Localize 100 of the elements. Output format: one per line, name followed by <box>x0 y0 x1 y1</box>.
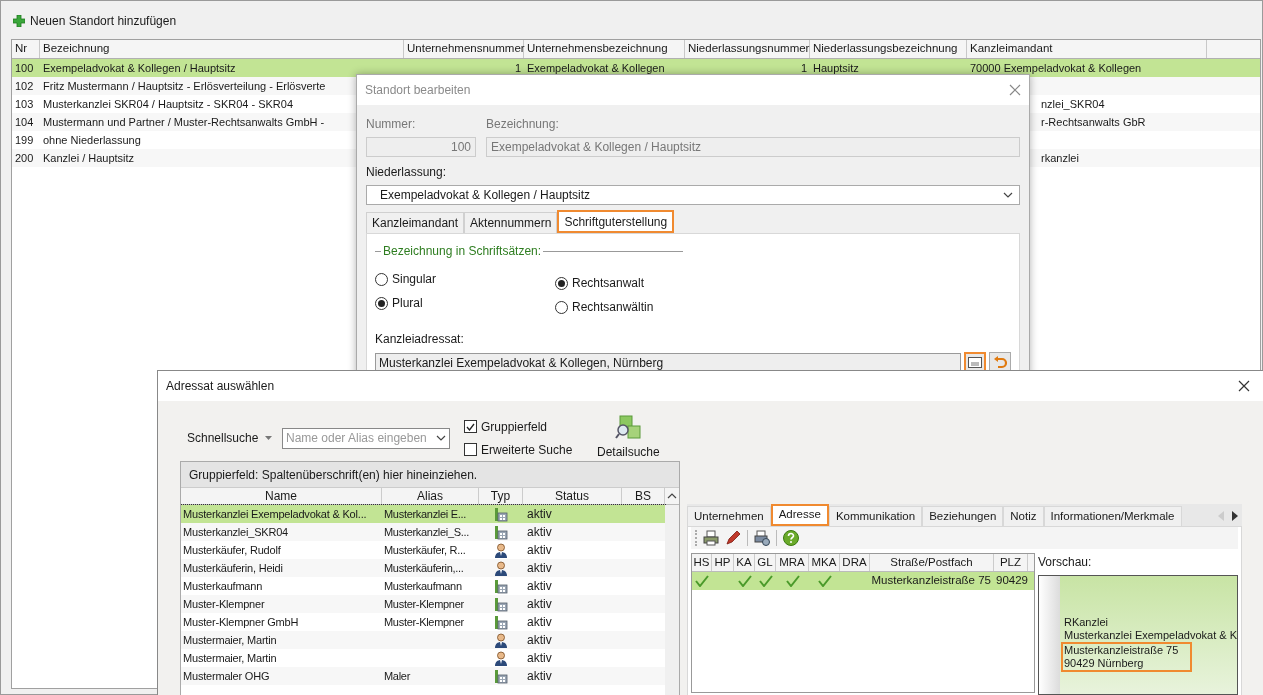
field-label: Kanzleiadressat: <box>375 331 465 348</box>
table-cell: aktiv <box>527 633 552 647</box>
table-cell: Musterkäuferin, Heidi <box>183 561 283 574</box>
field-label: Niederlassung: <box>366 164 448 181</box>
tab[interactable]: Kommunikation <box>828 506 923 526</box>
table-cell-text: 70000 Exempeladvokat & Kollegen <box>970 60 1142 76</box>
checkbox-label[interactable]: Erweiterte Suche <box>481 440 573 459</box>
tab[interactable]: Informationen/Merkmale <box>1043 506 1182 526</box>
field-label: Schnellsuche <box>187 430 260 447</box>
preview-line: Musterkanzlei Exempeladvokat & K <box>1063 629 1237 642</box>
table-row[interactable]: Mustermaler OHG Maler aktiv <box>181 667 665 685</box>
dialog-title: Adressat auswählen <box>166 378 275 395</box>
tab[interactable]: Kanzleimandant <box>366 212 465 233</box>
column-header[interactable]: MRA <box>776 554 809 571</box>
radio-label[interactable]: Singular <box>392 270 437 288</box>
table-cell-text: Exempeladvokat & Kollegen / Hauptsitz <box>43 60 236 76</box>
group-title: Bezeichnung in Schriftsätzen: <box>383 243 542 260</box>
table-cell: aktiv <box>527 561 552 575</box>
column-header[interactable]: Kanzleimandant <box>967 40 1207 58</box>
table-cell-text: 1 <box>514 60 521 76</box>
table-cell-text: 102 <box>15 78 34 94</box>
table-cell: Musterkäuferin,... <box>384 561 464 574</box>
table-row[interactable]: Mustermaier, Martin aktiv <box>181 631 665 649</box>
table-cell-text: 103 <box>15 96 34 112</box>
preview-line: Musterkanzleistraße 75 <box>1063 644 1179 657</box>
preview-line: RKanzlei <box>1063 616 1109 629</box>
tab[interactable]: Unternehmen <box>687 506 771 526</box>
table-cell-text: 104 <box>15 114 34 130</box>
checkbox-label[interactable]: Gruppierfeld <box>481 417 548 436</box>
tab[interactable]: Adresse <box>770 504 829 526</box>
field-label: Vorschau: <box>1038 554 1093 571</box>
table-cell: Musterkaufmann <box>384 579 462 592</box>
table-cell: Muster-Klempner <box>384 615 464 628</box>
tab[interactable]: Schriftguterstellung <box>557 210 675 233</box>
table-row[interactable]: Musterkanzlei_SKR04 Musterkanzlei_S... aktiv <box>181 523 665 541</box>
column-header[interactable]: GL <box>755 554 776 571</box>
table-cell: aktiv <box>527 525 552 539</box>
tab[interactable]: Beziehungen <box>922 506 1004 526</box>
table-cell: aktiv <box>527 615 552 629</box>
table-cell: Maler <box>384 669 410 682</box>
table-cell-text: Hauptsitz <box>813 60 859 76</box>
table-cell: Musterkaufmann <box>183 579 263 592</box>
field-label: Bezeichnung: <box>486 116 560 133</box>
column-header[interactable]: Unternehmensnummer <box>404 40 524 58</box>
add-location-button[interactable]: Neuen Standort hinzufügen <box>11 11 179 31</box>
table-cell: Musterkäufer, R... <box>384 543 466 556</box>
table-cell: aktiv <box>527 543 552 557</box>
table-cell: Muster-Klempner GmbH <box>183 615 299 628</box>
table-cell-text: 1 <box>800 60 807 76</box>
table-row[interactable]: Muster-Klempner Muster-Klempner aktiv <box>181 595 665 613</box>
table-cell: Muster-Klempner <box>183 597 265 610</box>
column-header[interactable]: Niederlassungsnummer <box>685 40 810 58</box>
detail-search-button[interactable]: Detailsuche <box>597 415 660 461</box>
table-cell: aktiv <box>527 579 552 593</box>
column-header[interactable]: Niederlassungsbezeichnung <box>810 40 967 58</box>
table-cell: aktiv <box>527 651 552 665</box>
column-header[interactable]: HS <box>692 554 712 571</box>
table-cell-text: 200 <box>15 150 34 166</box>
branch-dropdown[interactable]: Exempeladvokat & Kollegen / Hauptsitz <box>366 185 1020 205</box>
table-cell: Mustermaier, Martin <box>183 651 277 664</box>
number-field[interactable]: 100 <box>366 137 476 157</box>
radio-label[interactable]: Plural <box>392 294 423 312</box>
field-label: Nummer: <box>366 116 417 133</box>
column-header[interactable]: DRA <box>840 554 870 571</box>
table-cell: Mustermaier, Martin <box>183 633 277 646</box>
column-header[interactable]: KA <box>734 554 755 571</box>
radio-label[interactable]: Rechtsanwältin <box>572 298 654 316</box>
radio-label[interactable]: Rechtsanwalt <box>572 274 645 292</box>
table-cell: Muster-Klempner <box>384 597 464 610</box>
search-field[interactable]: Name oder Alias eingeben <box>282 427 450 449</box>
table-cell: aktiv <box>527 507 552 521</box>
address-field[interactable]: Musterkanzlei Exempeladvokat & Kollegen, Nürnberg <box>375 352 961 373</box>
column-header[interactable]: Nr <box>12 40 40 58</box>
group-panel: Gruppierfeld: Spaltenüberschrift(en) hier hineinziehen. <box>181 462 679 488</box>
table-cell-text: Mustermann und Partner / Muster-Rechtsanwalts GmbH - <box>43 114 325 130</box>
table-cell-text: r-Rechtsanwalts GbR <box>1041 114 1146 130</box>
table-cell-text: Kanzlei / Hauptsitz <box>43 150 135 166</box>
column-header[interactable]: Straße/Postfach <box>870 554 994 571</box>
table-row[interactable]: Musterkäuferin, Heidi Musterkäuferin,... aktiv <box>181 559 665 577</box>
table-cell: Musterkäufer, Rudolf <box>183 543 281 556</box>
selected-table-row[interactable]: 100 Exempeladvokat & Kollegen / Hauptsitz 1 Exempeladvokat & Kollegen 1 Hauptsitz 70000 Exempeladvokat & Kollegen <box>12 59 1260 77</box>
table-cell: Musterkanzlei_SKR04 <box>183 525 289 538</box>
table-cell-text: ohne Niederlassung <box>43 132 141 148</box>
selected-table-row[interactable]: Musterkanzlei Exempeladvokat & Kol... Musterkanzlei E... aktiv <box>181 505 665 523</box>
column-header[interactable]: MKA <box>809 554 840 571</box>
table-cell-text: Exempeladvokat & Kollegen <box>527 60 665 76</box>
table-cell-text: 100 <box>15 60 34 76</box>
table-cell: Musterkanzlei Exempeladvokat & Kol... <box>183 507 367 520</box>
column-header[interactable]: PLZ <box>994 554 1028 571</box>
table-cell: Mustermaler OHG <box>183 669 270 682</box>
name-field[interactable]: Exempeladvokat & Kollegen / Hauptsitz <box>486 137 1020 157</box>
column-header[interactable]: HP <box>712 554 734 571</box>
selected-table-row[interactable]: Musterkanzleistraße 75 90429 <box>692 572 1034 590</box>
table-cell-text: Fritz Mustermann / Hauptsitz - Erlösverteilung - Erlösverte <box>43 78 326 94</box>
column-header[interactable]: Unternehmensbezeichnung <box>524 40 685 58</box>
preview-line: 90429 Nürnberg <box>1063 657 1145 670</box>
table-cell-text: Musterkanzleistraße 75 <box>871 573 991 589</box>
tab[interactable]: Notiz <box>1003 506 1044 526</box>
tab[interactable]: Aktennummern <box>464 212 558 233</box>
column-header[interactable]: Bezeichnung <box>40 40 404 58</box>
